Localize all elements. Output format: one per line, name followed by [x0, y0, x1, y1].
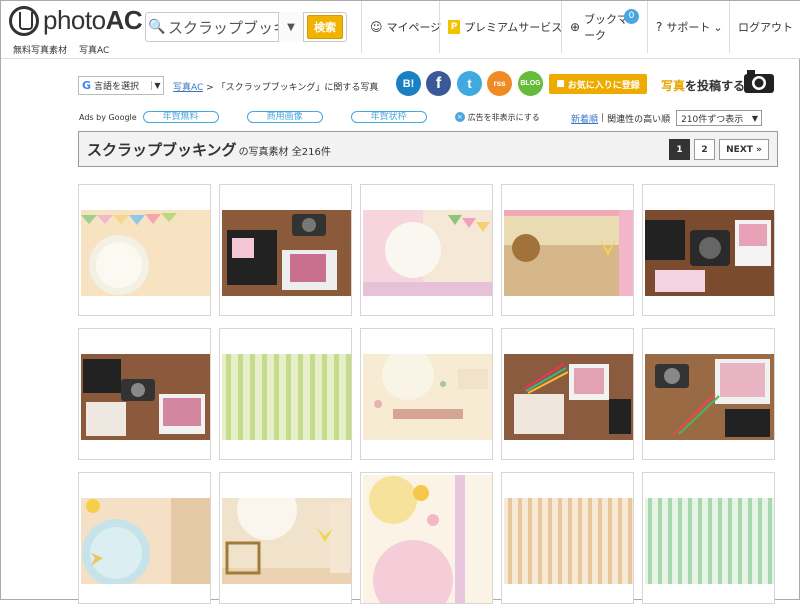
- breadcrumb-current: 「スクラップブッキング」に関する写真: [216, 83, 379, 93]
- photo-thumb: [222, 498, 351, 584]
- photo-card[interactable]: [78, 472, 211, 604]
- chevron-down-icon: ▼: [751, 113, 759, 123]
- search-input[interactable]: [168, 18, 278, 36]
- photo-thumb: [81, 498, 210, 584]
- chevron-down-icon: ▼: [151, 81, 163, 90]
- photo-thumb: [363, 210, 492, 296]
- premium-icon: P: [448, 20, 460, 34]
- post-photo-link[interactable]: 写真を投稿する: [661, 77, 745, 94]
- site-header: photoAC 無料写真素材写真AC 🔍 ▼ 検索 ☺マイページ Pプレミアムサ…: [1, 1, 800, 59]
- question-icon: ?: [656, 20, 663, 34]
- photo-thumb: [81, 210, 210, 296]
- logo-text: photoAC: [43, 5, 143, 35]
- search-box: 🔍 ▼ 検索: [145, 12, 347, 42]
- photo-card[interactable]: [642, 328, 775, 460]
- ad-link-1[interactable]: 年賀無料: [142, 111, 219, 123]
- ad-link-3[interactable]: 年賀状枠: [350, 111, 427, 123]
- search-category-dropdown[interactable]: ▼: [278, 12, 304, 42]
- sort-controls: 新着順 | 関連性の高い順 210件ずつ表示 ▼: [571, 110, 763, 126]
- nav-premium[interactable]: P プレミアムサービス: [439, 1, 570, 53]
- per-page-select[interactable]: 210件ずつ表示 ▼: [676, 110, 763, 126]
- hatena-bookmark-icon[interactable]: B!: [396, 71, 421, 96]
- bookmark-count-badge: 0: [624, 9, 639, 24]
- results-count: の写真素材 全216件: [238, 147, 331, 158]
- hide-ads-link[interactable]: × 広告を非表示にする: [454, 112, 540, 123]
- photo-thumb: [81, 354, 210, 440]
- facebook-icon[interactable]: f: [426, 71, 451, 96]
- user-icon: ☺: [370, 20, 383, 34]
- photo-thumb: [222, 354, 351, 440]
- sort-relevance[interactable]: 関連性の高い順: [607, 112, 670, 125]
- logo-icon: [9, 5, 39, 36]
- ad-links-row: Ads by Google 年賀無料 商用画像 年賀状枠 × 広告を非表示にする: [79, 111, 540, 123]
- sort-newest-link[interactable]: 新着順: [571, 112, 598, 125]
- photo-thumb: [645, 354, 774, 440]
- photo-thumb: [504, 210, 633, 296]
- photo-card[interactable]: [219, 328, 352, 460]
- photo-card[interactable]: [78, 184, 211, 316]
- site-logo[interactable]: photoAC: [9, 5, 143, 36]
- photo-card[interactable]: [642, 184, 775, 316]
- ad-link-2[interactable]: 商用画像: [246, 111, 323, 123]
- plus-circle-icon: ⊕: [570, 20, 581, 34]
- photo-thumb: [363, 354, 492, 440]
- photo-card[interactable]: [219, 184, 352, 316]
- nav-bookmark[interactable]: ⊕ ブックマーク 0: [561, 1, 647, 53]
- camera-icon[interactable]: [743, 68, 775, 94]
- photo-card[interactable]: [360, 472, 493, 604]
- photo-card[interactable]: [360, 184, 493, 316]
- search-icon: 🔍: [148, 19, 166, 35]
- photo-card[interactable]: [78, 328, 211, 460]
- chevron-down-icon: ⌄: [713, 20, 723, 34]
- photo-thumb: [645, 498, 774, 584]
- nav-support[interactable]: ? サポート ⌄: [647, 1, 731, 53]
- photo-thumb: [363, 475, 492, 603]
- google-icon: G: [82, 79, 92, 92]
- photo-thumb: [222, 210, 351, 296]
- ads-by-google-label: Ads by Google: [79, 112, 137, 122]
- heart-icon: ■: [556, 79, 565, 89]
- page-1-button[interactable]: 1: [669, 139, 690, 160]
- pagination: 1 2 NEXT »: [669, 139, 769, 160]
- add-favorite-button[interactable]: ■ お気に入りに登録: [549, 74, 647, 94]
- next-page-button[interactable]: NEXT »: [719, 139, 769, 160]
- results-keyword: スクラップブッキング: [87, 140, 237, 159]
- rss-icon[interactable]: rss: [487, 71, 512, 96]
- photo-card[interactable]: [501, 472, 634, 604]
- photo-thumb: [504, 498, 633, 584]
- nav-logout[interactable]: ログアウト: [729, 1, 800, 53]
- photo-card[interactable]: [501, 328, 634, 460]
- breadcrumb: 写真AC > 「スクラップブッキング」に関する写真: [173, 83, 379, 93]
- photo-thumb: [504, 354, 633, 440]
- photo-card[interactable]: [360, 328, 493, 460]
- search-button[interactable]: 検索: [307, 15, 343, 39]
- page-2-button[interactable]: 2: [694, 139, 715, 160]
- photo-card[interactable]: [501, 184, 634, 316]
- close-icon: ×: [454, 112, 465, 122]
- breadcrumb-home-link[interactable]: 写真AC: [173, 83, 203, 93]
- photo-card[interactable]: [219, 472, 352, 604]
- photo-card[interactable]: [642, 472, 775, 604]
- nav-mypage[interactable]: ☺ マイページ: [361, 1, 449, 53]
- logo-subtitle: 無料写真素材 写真AC: [13, 46, 110, 56]
- blog-icon[interactable]: BLOG: [518, 71, 543, 96]
- language-select[interactable]: G 言語を選択 ▼: [78, 76, 164, 95]
- results-header: スクラップブッキング の写真素材 全216件 1 2 NEXT »: [78, 131, 778, 167]
- twitter-icon[interactable]: t: [457, 71, 482, 96]
- photo-thumb: [645, 210, 774, 296]
